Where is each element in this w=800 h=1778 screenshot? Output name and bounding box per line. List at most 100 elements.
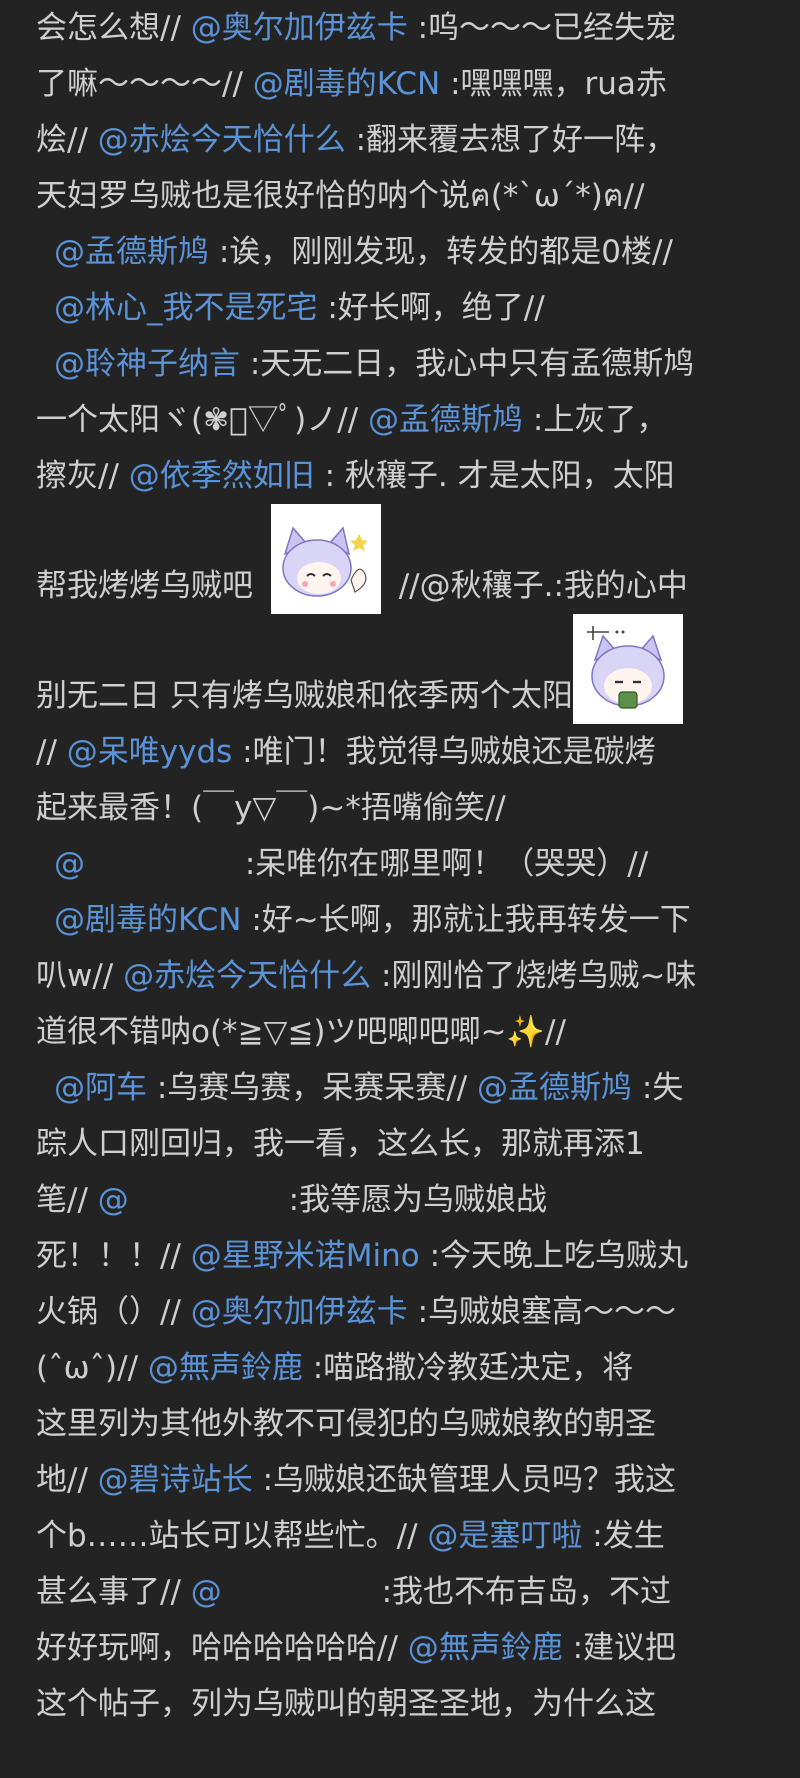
text-line: (ˆωˆ)// @無声鈴鹿 :喵路撒冷教廷决定，将 — [36, 1340, 764, 1396]
user-mention[interactable]: @阿车 — [54, 1070, 147, 1106]
user-mention[interactable]: @星野米诺Mino — [191, 1238, 420, 1274]
text-segment: (ˆωˆ)// — [36, 1350, 148, 1386]
user-mention[interactable]: @赤烩今天恰什么 — [123, 958, 371, 994]
text-segment: 擦灰// — [36, 458, 129, 494]
user-mention[interactable]: @聆神子纳言 — [54, 346, 240, 382]
text-line: @孟德斯鸠 :诶，刚刚发现，转发的都是0楼// — [36, 224, 764, 280]
user-mention[interactable]: @呆唯yyds — [67, 734, 233, 770]
user-mention[interactable]: @孟德斯鸠 — [54, 234, 209, 270]
user-mention[interactable]: @ — [54, 846, 85, 882]
user-mention[interactable]: @奥尔加伊兹卡 — [191, 10, 408, 46]
text-segment: :诶，刚刚发现，转发的都是0楼// — [209, 234, 673, 270]
user-mention[interactable]: @奥尔加伊兹卡 — [191, 1294, 408, 1330]
text-segment: 帮我烤烤乌贼吧 — [36, 568, 253, 604]
user-mention[interactable]: @依季然如旧 — [129, 458, 315, 494]
text-segment: 地// — [36, 1462, 98, 1498]
text-segment: 这个帖子，列为乌贼叫的朝圣圣地，为什么这 — [36, 1686, 656, 1722]
text-line: 死！！！// @星野米诺Mino :今天晚上吃乌贼丸 — [36, 1228, 764, 1284]
comment-thread: 会怎么想// @奥尔加伊兹卡 :呜～～～已经失宠 了嘛～～～～// @剧毒的KC… — [0, 0, 800, 1778]
text-segment: // — [36, 734, 67, 770]
text-segment: :唯门！我觉得乌贼娘还是碳烤 — [232, 734, 656, 770]
text-segment: 死！！！// — [36, 1238, 191, 1274]
text-segment: :乌贼娘塞高～～～ — [407, 1294, 677, 1330]
text-line: 道很不错呐o(*≧▽≦)ツ吧唧吧唧~✨// — [36, 1004, 764, 1060]
text-line: 地// @碧诗站长 :乌贼娘还缺管理人员吗？我这 — [36, 1452, 764, 1508]
text-line: 天妇罗乌贼也是很好恰的呐个说ฅ(*`ω´*)ฅ// — [36, 168, 764, 224]
text-segment: 会怎么想// — [36, 10, 191, 46]
user-mention[interactable]: @無声鈴鹿 — [148, 1350, 303, 1386]
text-line: 一个太阳ヾ(✾ﾟ▽ﾟ)ノ// @孟德斯鸠 :上灰了， — [36, 392, 764, 448]
text-segment: 火锅（）// — [36, 1294, 191, 1330]
text-line: 起来最香！(￣y▽￣)~*捂嘴偷笑// — [36, 780, 764, 836]
text-segment: :喵路撒冷教廷决定，将 — [302, 1350, 634, 1386]
cat-girl-drinking-tea-sticker — [572, 614, 683, 724]
user-mention[interactable]: @赤烩今天恰什么 — [98, 122, 346, 158]
text-segment: :翻来覆去想了好一阵， — [345, 122, 677, 158]
text-line: 这个帖子，列为乌贼叫的朝圣圣地，为什么这 — [36, 1676, 764, 1732]
text-segment: :刚刚恰了烧烤乌贼~味 — [371, 958, 697, 994]
text-line: @ :呆唯你在哪里啊！（哭哭）// — [36, 836, 764, 892]
text-segment: :今天晚上吃乌贼丸 — [419, 1238, 689, 1274]
user-mention[interactable]: @林心_我不是死宅 — [54, 290, 318, 326]
text-line: // @呆唯yyds :唯门！我觉得乌贼娘还是碳烤 — [36, 724, 764, 780]
text-segment: 天妇罗乌贼也是很好恰的呐个说ฅ(*`ω´*)ฅ// — [36, 178, 645, 214]
user-mention[interactable]: @剧毒的KCN — [253, 66, 440, 102]
text-line: @聆神子纳言 :天无二日，我心中只有孟德斯鸠 — [36, 336, 764, 392]
text-segment: 别无二日 只有烤乌贼娘和依季两个太阳 — [36, 678, 573, 714]
user-mention[interactable]: @孟德斯鸠 — [368, 402, 523, 438]
text-line: @剧毒的KCN :好~长啊，那就让我再转发一下 — [36, 892, 764, 948]
text-segment: :我也不布吉岛，不过 — [371, 1574, 672, 1610]
text-line: 叭w// @赤烩今天恰什么 :刚刚恰了烧烤乌贼~味 — [36, 948, 764, 1004]
text-line: 这里列为其他外教不可侵犯的乌贼娘教的朝圣 — [36, 1396, 764, 1452]
text-segment: :呜～～～已经失宠 — [407, 10, 677, 46]
user-mention[interactable]: @孟德斯鸠 — [477, 1070, 632, 1106]
text-segment: 个b……站长可以帮些忙。// — [36, 1518, 428, 1554]
text-line: 了嘛～～～～// @剧毒的KCN :嘿嘿嘿，rua赤 — [36, 56, 764, 112]
text-segment: 这里列为其他外教不可侵犯的乌贼娘教的朝圣 — [36, 1406, 656, 1442]
text-segment: :建议把 — [562, 1630, 677, 1666]
text-segment: :天无二日，我心中只有孟德斯鸠 — [240, 346, 695, 382]
text-segment: 好好玩啊，哈哈哈哈哈哈// — [36, 1630, 408, 1666]
text-segment: :嘿嘿嘿，rua赤 — [440, 66, 667, 102]
user-mention[interactable]: @ — [191, 1574, 222, 1610]
text-segment: 道很不错呐o(*≧▽≦)ツ吧唧吧唧~✨// — [36, 1014, 566, 1050]
text-line-with-sticker: 别无二日 只有烤乌贼娘和依季两个太阳 — [36, 614, 764, 724]
text-segment: 甚么事了// — [36, 1574, 191, 1610]
text-line: @林心_我不是死宅 :好长啊，绝了// — [36, 280, 764, 336]
text-line: 火锅（）// @奥尔加伊兹卡 :乌贼娘塞高～～～ — [36, 1284, 764, 1340]
text-line: 好好玩啊，哈哈哈哈哈哈// @無声鈴鹿 :建议把 — [36, 1620, 764, 1676]
text-line-with-sticker: 帮我烤烤乌贼吧 //@秋穰子.:我的心中 — [36, 504, 764, 614]
text-segment: :好长啊，绝了// — [317, 290, 545, 326]
text-line: 个b……站长可以帮些忙。// @是塞叮啦 :发生 — [36, 1508, 764, 1564]
text-segment: :上灰了， — [523, 402, 668, 438]
text-segment: 踪人口刚回归，我一看，这么长，那就再添1 — [36, 1126, 645, 1162]
text-segment: :呆唯你在哪里啊！（哭哭）// — [235, 846, 649, 882]
text-line: 笔// @ :我等愿为乌贼娘战 — [36, 1172, 764, 1228]
text-segment: :乌贼娘还缺管理人员吗？我这 — [252, 1462, 677, 1498]
user-mention[interactable]: @ — [98, 1182, 129, 1218]
text-segment: 笔// — [36, 1182, 98, 1218]
text-line: 甚么事了// @ :我也不布吉岛，不过 — [36, 1564, 764, 1620]
text-segment: :我等愿为乌贼娘战 — [278, 1182, 548, 1218]
text-line: 擦灰// @依季然如旧 : 秋穰子. 才是太阳，太阳 — [36, 448, 764, 504]
text-line: 踪人口刚回归，我一看，这么长，那就再添1 — [36, 1116, 764, 1172]
text-line: 烩// @赤烩今天恰什么 :翻来覆去想了好一阵， — [36, 112, 764, 168]
text-segment: 烩// — [36, 122, 98, 158]
text-segment: //@秋穰子.:我的心中 — [398, 568, 688, 604]
text-segment: :乌赛乌赛，呆赛呆赛// — [147, 1070, 478, 1106]
cat-girl-thumbs-up-sticker — [270, 504, 381, 614]
text-segment: :失 — [632, 1070, 684, 1106]
user-mention[interactable]: @剧毒的KCN — [54, 902, 241, 938]
text-segment: 起来最香！(￣y▽￣)~*捂嘴偷笑// — [36, 790, 506, 826]
text-segment: :发生 — [582, 1518, 665, 1554]
text-line: 会怎么想// @奥尔加伊兹卡 :呜～～～已经失宠 — [36, 0, 764, 56]
user-mention[interactable]: @是塞叮啦 — [427, 1518, 582, 1554]
text-segment: 了嘛～～～～// — [36, 66, 253, 102]
text-segment: : 秋穰子. 才是太阳，太阳 — [314, 458, 675, 494]
text-line: @阿车 :乌赛乌赛，呆赛呆赛// @孟德斯鸠 :失 — [36, 1060, 764, 1116]
user-mention[interactable]: @無声鈴鹿 — [408, 1630, 563, 1666]
text-segment: :好~长啊，那就让我再转发一下 — [241, 902, 691, 938]
user-mention[interactable]: @碧诗站长 — [98, 1462, 253, 1498]
text-segment: 一个太阳ヾ(✾ﾟ▽ﾟ)ノ// — [36, 402, 369, 438]
text-segment: 叭w// — [36, 958, 124, 994]
